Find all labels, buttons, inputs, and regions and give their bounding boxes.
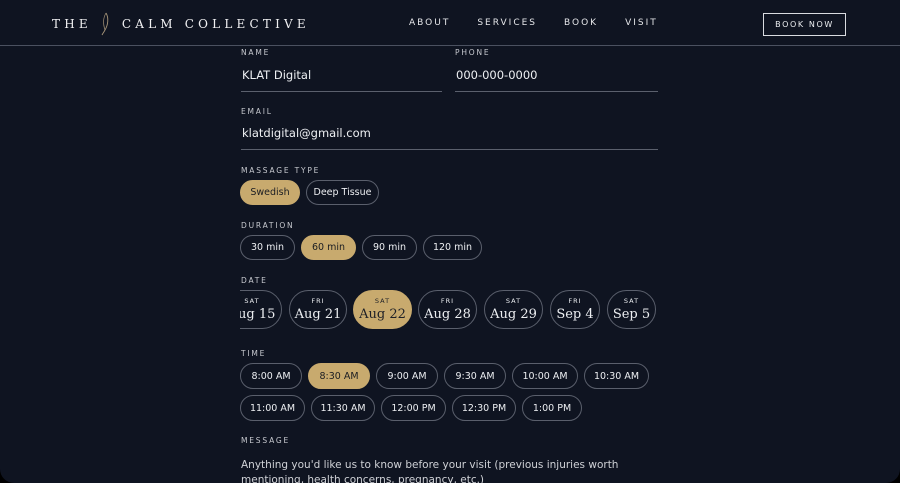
- nav-book[interactable]: BOOK: [564, 17, 598, 29]
- date-option[interactable]: SAT Aug 29: [484, 290, 543, 329]
- book-now-button[interactable]: BOOK NOW: [763, 13, 846, 36]
- nav-visit[interactable]: VISIT: [625, 17, 658, 29]
- duration-option-90[interactable]: 90 min: [362, 235, 417, 260]
- date-weekday: SAT: [374, 296, 391, 305]
- logo-text-the: THE: [52, 17, 92, 31]
- date-day: Aug 29: [490, 306, 537, 322]
- massage-option-swedish[interactable]: Swedish: [240, 180, 300, 205]
- time-option-100[interactable]: 1:00 PM: [522, 395, 582, 421]
- phone-field[interactable]: 000-000-0000: [455, 64, 658, 92]
- site-header: THE CALM COLLECTIVE ABOUT SERVICES BOOK …: [0, 0, 900, 46]
- email-label: EMAIL: [241, 107, 273, 116]
- date-weekday: FRI: [568, 296, 582, 305]
- duration-label: DURATION: [241, 221, 295, 230]
- name-field[interactable]: KLAT Digital: [241, 64, 442, 92]
- date-day: Aug 22: [359, 306, 406, 322]
- date-day: Sep 4: [556, 306, 594, 322]
- duration-option-120[interactable]: 120 min: [423, 235, 482, 260]
- date-day: Aug 21: [294, 306, 342, 322]
- duration-option-30[interactable]: 30 min: [240, 235, 295, 260]
- email-field[interactable]: klatdigital@gmail.com: [241, 122, 658, 150]
- booking-page: THE CALM COLLECTIVE ABOUT SERVICES BOOK …: [0, 0, 900, 483]
- date-option[interactable]: FRI Sep 4: [550, 290, 600, 329]
- message-label: MESSAGE: [241, 436, 291, 445]
- time-option-1130[interactable]: 11:30 AM: [311, 395, 375, 421]
- time-option-1100[interactable]: 11:00 AM: [240, 395, 305, 421]
- date-weekday: SAT: [244, 296, 260, 305]
- date-label: DATE: [241, 276, 268, 285]
- time-option-1000[interactable]: 10:00 AM: [512, 363, 578, 389]
- date-weekday: FRI: [311, 296, 325, 305]
- date-option[interactable]: SAT Aug 15: [240, 290, 282, 329]
- massage-type-label: MASSAGE TYPE: [241, 166, 321, 175]
- time-option-900[interactable]: 9:00 AM: [376, 363, 438, 389]
- time-option-930[interactable]: 9:30 AM: [444, 363, 506, 389]
- time-option-1200[interactable]: 12:00 PM: [381, 395, 446, 421]
- logo-text-name: CALM COLLECTIVE: [121, 17, 310, 31]
- feather-logo-icon: [101, 12, 109, 36]
- time-label: TIME: [241, 349, 267, 358]
- nav-services[interactable]: SERVICES: [477, 17, 537, 29]
- date-option[interactable]: FRI Aug 21: [289, 290, 347, 329]
- duration-option-60[interactable]: 60 min: [301, 235, 356, 260]
- date-option[interactable]: SAT Sep 5: [607, 290, 656, 329]
- date-weekday: FRI: [440, 296, 455, 305]
- name-label: NAME: [241, 48, 271, 57]
- date-weekday: SAT: [505, 296, 522, 305]
- time-option-830[interactable]: 8:30 AM: [308, 363, 370, 389]
- site-logo[interactable]: THE CALM COLLECTIVE: [52, 12, 310, 36]
- date-option[interactable]: FRI Aug 28: [418, 290, 477, 329]
- time-option-1230[interactable]: 12:30 PM: [452, 395, 516, 421]
- massage-option-deep-tissue[interactable]: Deep Tissue: [306, 180, 379, 205]
- date-day: Aug 15: [240, 306, 276, 322]
- date-day: Sep 5: [612, 306, 651, 322]
- message-textarea[interactable]: Anything you'd like us to know before yo…: [241, 458, 661, 483]
- date-day: Aug 28: [424, 306, 471, 322]
- time-option-800[interactable]: 8:00 AM: [240, 363, 302, 389]
- main-nav: ABOUT SERVICES BOOK VISIT: [409, 17, 685, 29]
- date-option-selected[interactable]: SAT Aug 22: [353, 290, 412, 329]
- nav-about[interactable]: ABOUT: [409, 17, 450, 29]
- phone-label: PHONE: [455, 48, 491, 57]
- time-option-1030[interactable]: 10:30 AM: [584, 363, 649, 389]
- date-carousel[interactable]: SAT Aug 15 FRI Aug 21 SAT Aug 22 FRI Aug…: [240, 290, 660, 330]
- date-weekday: SAT: [623, 296, 640, 305]
